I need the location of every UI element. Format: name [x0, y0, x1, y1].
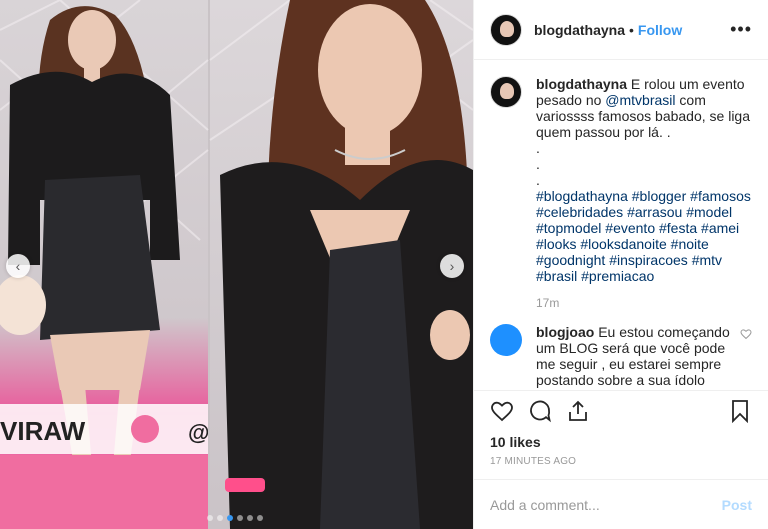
- hashtag-link[interactable]: #noite: [671, 236, 709, 252]
- caption-dot-line: .: [536, 140, 540, 156]
- separator-dot: •: [629, 21, 634, 38]
- caption-dot-line: .: [536, 156, 540, 172]
- hashtag-link[interactable]: #brasil: [536, 268, 577, 284]
- carousel-dot: [247, 515, 253, 521]
- commenter-username[interactable]: blogjoao: [536, 324, 594, 340]
- post-timestamp: 17 MINUTES AGO: [490, 456, 577, 467]
- action-bar: [474, 390, 768, 434]
- hashtag-list: #blogdathayna #blogger #famosos #celebri…: [536, 188, 752, 284]
- bookmark-icon[interactable]: [728, 399, 752, 426]
- next-slide-button[interactable]: ›: [440, 254, 464, 278]
- hashtag-link[interactable]: #goodnight: [536, 252, 605, 268]
- carousel-dot: [207, 515, 213, 521]
- comments-section: blogdathayna E rolou um evento pesado no…: [474, 60, 768, 390]
- backdrop-text: VIRAW: [0, 416, 86, 446]
- more-options-icon[interactable]: •••: [730, 19, 752, 40]
- post-comment-button[interactable]: Post: [722, 497, 752, 513]
- hashtag-link[interactable]: #premiacao: [581, 268, 654, 284]
- add-comment-input[interactable]: [490, 496, 722, 513]
- mention-link[interactable]: @mtvbrasil: [605, 92, 675, 108]
- caption: blogdathayna E rolou um evento pesado no…: [490, 76, 752, 310]
- carousel-indicator: [207, 515, 263, 521]
- hashtag-link[interactable]: #amei: [701, 220, 739, 236]
- carousel-dot: [257, 515, 263, 521]
- caption-age: 17m: [536, 296, 560, 310]
- caption-dot-line: .: [536, 172, 540, 188]
- comment-item: blogjoao Eu estou começando um BLOG será…: [490, 324, 752, 388]
- commenter-avatar[interactable]: [490, 324, 522, 356]
- likes-count[interactable]: 10 likes: [474, 434, 768, 450]
- hashtag-link[interactable]: #topmodel: [536, 220, 601, 236]
- carousel-dot: [237, 515, 243, 521]
- comment-icon[interactable]: [528, 399, 552, 426]
- backdrop-at-sign: @: [188, 420, 208, 445]
- hashtag-link[interactable]: #arrasou: [627, 204, 682, 220]
- hashtag-link[interactable]: #looks: [536, 236, 576, 252]
- avatar[interactable]: [490, 76, 522, 108]
- hashtag-link[interactable]: #celebridades: [536, 204, 623, 220]
- hashtag-link[interactable]: #famosos: [690, 188, 751, 204]
- post-header: blogdathayna • Follow •••: [474, 0, 768, 60]
- hashtag-link[interactable]: #mtv: [692, 252, 722, 268]
- carousel-dot: [217, 515, 223, 521]
- comment-text: blogjoao Eu estou começando um BLOG será…: [536, 324, 736, 388]
- hashtag-link[interactable]: #model: [686, 204, 732, 220]
- hashtag-link[interactable]: #looksdanoite: [580, 236, 666, 252]
- person-right-figure: [220, 0, 473, 529]
- add-comment-bar: Post: [474, 479, 768, 529]
- caption-username[interactable]: blogdathayna: [536, 76, 627, 92]
- chevron-right-icon: ›: [449, 258, 455, 274]
- hashtag-link[interactable]: #blogger: [632, 188, 687, 204]
- chevron-left-icon: ‹: [15, 258, 21, 274]
- post-sidebar: blogdathayna • Follow ••• blogdathayna E…: [473, 0, 768, 529]
- follow-button[interactable]: Follow: [638, 22, 682, 38]
- carousel-dot-active: [227, 515, 233, 521]
- hashtag-link[interactable]: #evento: [605, 220, 655, 236]
- heart-icon[interactable]: [490, 399, 514, 426]
- hashtag-link[interactable]: #inspiracoes: [609, 252, 688, 268]
- comment-like-icon[interactable]: [740, 324, 752, 388]
- avatar[interactable]: [490, 13, 522, 46]
- caption-text: blogdathayna E rolou um evento pesado no…: [536, 76, 752, 284]
- person-left-figure: VIRAW @: [0, 6, 208, 529]
- share-icon[interactable]: [566, 399, 590, 426]
- hashtag-link[interactable]: #blogdathayna: [536, 188, 628, 204]
- hashtag-link[interactable]: #festa: [659, 220, 697, 236]
- post-viewer: VIRAW @ ‹ › blogdathayna • Follow ••• bl…: [0, 0, 768, 529]
- post-media[interactable]: VIRAW @ ‹ ›: [0, 0, 473, 529]
- previous-slide-button[interactable]: ‹: [6, 254, 30, 278]
- author-username[interactable]: blogdathayna: [534, 22, 625, 38]
